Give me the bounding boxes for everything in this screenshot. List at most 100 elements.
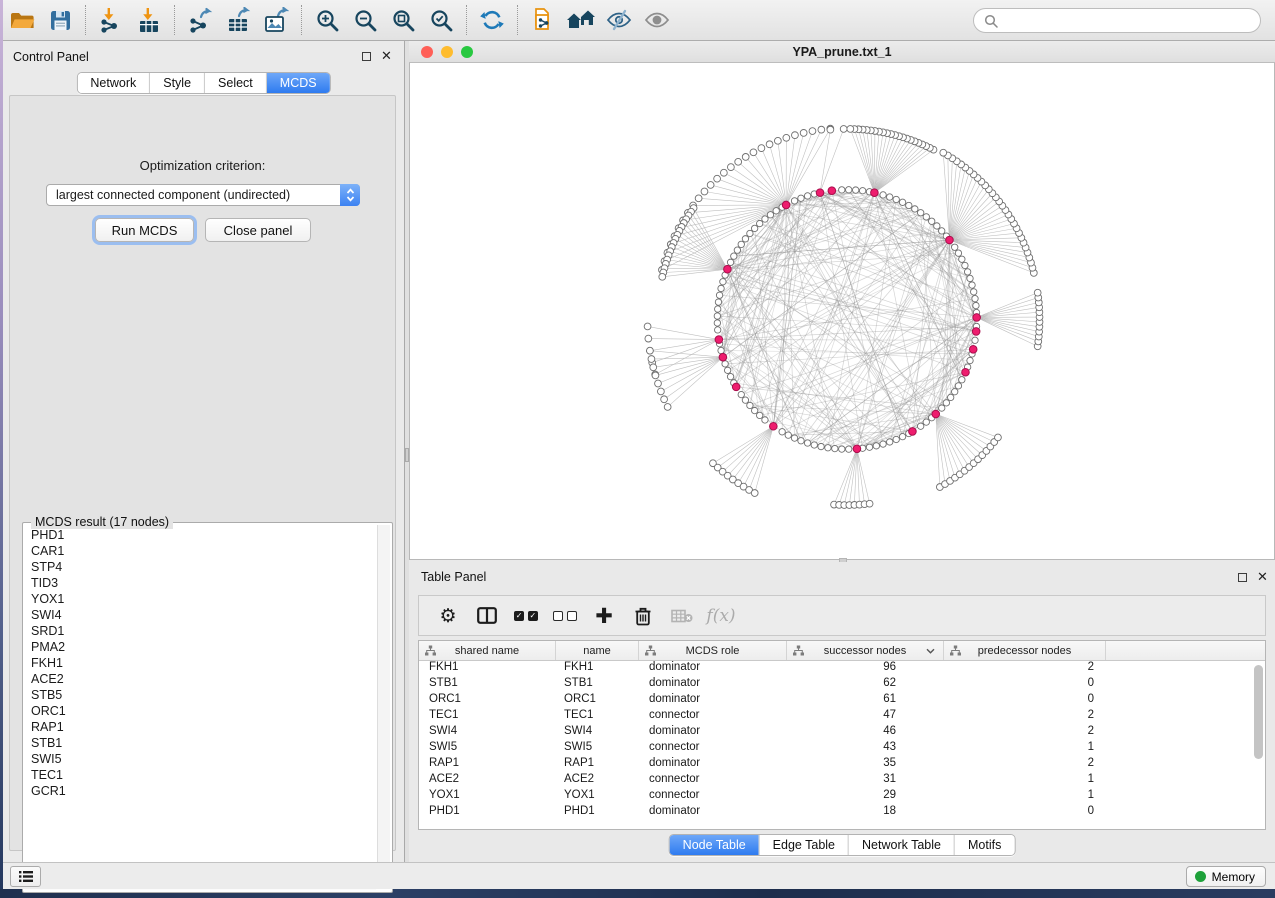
network-node[interactable] [955,383,961,389]
network-node[interactable] [774,137,781,144]
network-node[interactable] [751,407,757,413]
network-node[interactable] [818,443,824,449]
network-node[interactable] [972,295,978,301]
network-node[interactable] [804,193,810,199]
import-table-button[interactable] [130,3,168,37]
show-hidden-button[interactable] [638,3,676,37]
network-node[interactable] [923,419,929,425]
search-box[interactable] [973,8,1261,33]
deselect-all-button[interactable] [550,600,580,632]
network-node[interactable] [899,433,905,439]
network-dominator-node[interactable] [816,189,824,197]
network-node[interactable] [959,256,965,262]
tab-style[interactable]: Style [149,73,204,93]
network-node[interactable] [785,432,791,438]
mcds-result-item[interactable]: ACE2 [25,671,376,687]
network-node[interactable] [971,289,977,295]
network-node[interactable] [652,372,659,379]
network-node[interactable] [718,347,724,353]
network-node[interactable] [827,126,834,133]
clone-network-button[interactable] [524,3,562,37]
network-node[interactable] [825,445,831,451]
network-node[interactable] [735,158,742,165]
network-node[interactable] [880,192,886,198]
network-node[interactable] [964,269,970,275]
mcds-result-item[interactable]: PHD1 [25,527,376,543]
network-node[interactable] [738,241,744,247]
network-node[interactable] [720,169,727,176]
mcds-result-item[interactable]: PMA2 [25,639,376,655]
mcds-result-item[interactable]: STP4 [25,559,376,575]
network-node[interactable] [715,299,721,305]
network-node[interactable] [724,367,730,373]
table-row[interactable]: ACE2ACE2connector311 [419,773,1265,789]
network-node[interactable] [893,436,899,442]
zoom-selected-button[interactable] [422,3,460,37]
network-node[interactable] [718,285,724,291]
network-node[interactable] [847,126,854,133]
network-node[interactable] [943,400,949,406]
network-node[interactable] [962,262,968,268]
network-dominator-node[interactable] [962,368,970,376]
network-node[interactable] [832,445,838,451]
export-table-button[interactable] [219,3,257,37]
network-node[interactable] [722,361,728,367]
network-node[interactable] [846,187,852,193]
network-node[interactable] [766,141,773,148]
network-node[interactable] [804,440,810,446]
network-node[interactable] [644,323,651,330]
network-dominator-node[interactable] [932,410,940,418]
network-node[interactable] [995,434,1002,441]
network-node[interactable] [715,306,721,312]
network-node[interactable] [899,199,905,205]
tab-edge-table[interactable]: Edge Table [759,835,848,855]
network-node[interactable] [866,444,872,450]
network-node[interactable] [701,188,708,195]
network-node[interactable] [859,188,865,194]
select-all-button[interactable]: ✓ ✓ [511,600,541,632]
function-builder-button[interactable]: f(x) [706,600,736,632]
float-table-panel-icon[interactable] [1238,573,1247,582]
network-dominator-node[interactable] [853,445,861,453]
network-node[interactable] [731,253,737,259]
network-node[interactable] [939,405,945,411]
network-node[interactable] [809,128,816,135]
table-row[interactable]: SWI4SWI4dominator462 [419,725,1265,741]
network-node[interactable] [798,195,804,201]
network-node[interactable] [762,216,768,222]
network-node[interactable] [647,347,654,354]
network-node[interactable] [967,357,973,363]
status-menu-button[interactable] [10,866,41,887]
mcds-result-item[interactable]: SRD1 [25,623,376,639]
network-node[interactable] [798,438,804,444]
network-dominator-node[interactable] [973,314,981,322]
network-node[interactable] [939,228,945,234]
network-node[interactable] [707,182,714,189]
mcds-result-item[interactable]: GCR1 [25,783,376,799]
delete-column-button[interactable] [628,600,658,632]
network-node[interactable] [947,394,953,400]
network-node[interactable] [839,446,845,452]
network-node[interactable] [715,327,721,333]
network-node[interactable] [792,132,799,139]
network-node[interactable] [650,364,657,371]
add-column-button[interactable]: ✚ [589,600,619,632]
optimization-criterion-select[interactable]: largest connected component (undirected) [46,184,360,206]
delete-table-button[interactable] [667,600,697,632]
network-node[interactable] [917,423,923,429]
network-node[interactable] [738,391,744,397]
network-node[interactable] [734,247,740,253]
mcds-result-item[interactable]: STB1 [25,735,376,751]
network-dominator-node[interactable] [871,189,879,197]
network-node[interactable] [742,236,748,242]
network-node[interactable] [756,412,762,418]
mcds-result-item[interactable]: RAP1 [25,719,376,735]
network-node[interactable] [955,250,961,256]
export-network-button[interactable] [181,3,219,37]
network-node[interactable] [959,377,965,383]
network-node[interactable] [839,187,845,193]
column-header-successor-nodes[interactable]: successor nodes [787,641,944,660]
memory-button[interactable]: Memory [1186,866,1266,887]
mcds-result-item[interactable]: FKH1 [25,655,376,671]
tab-network[interactable]: Network [77,73,149,93]
